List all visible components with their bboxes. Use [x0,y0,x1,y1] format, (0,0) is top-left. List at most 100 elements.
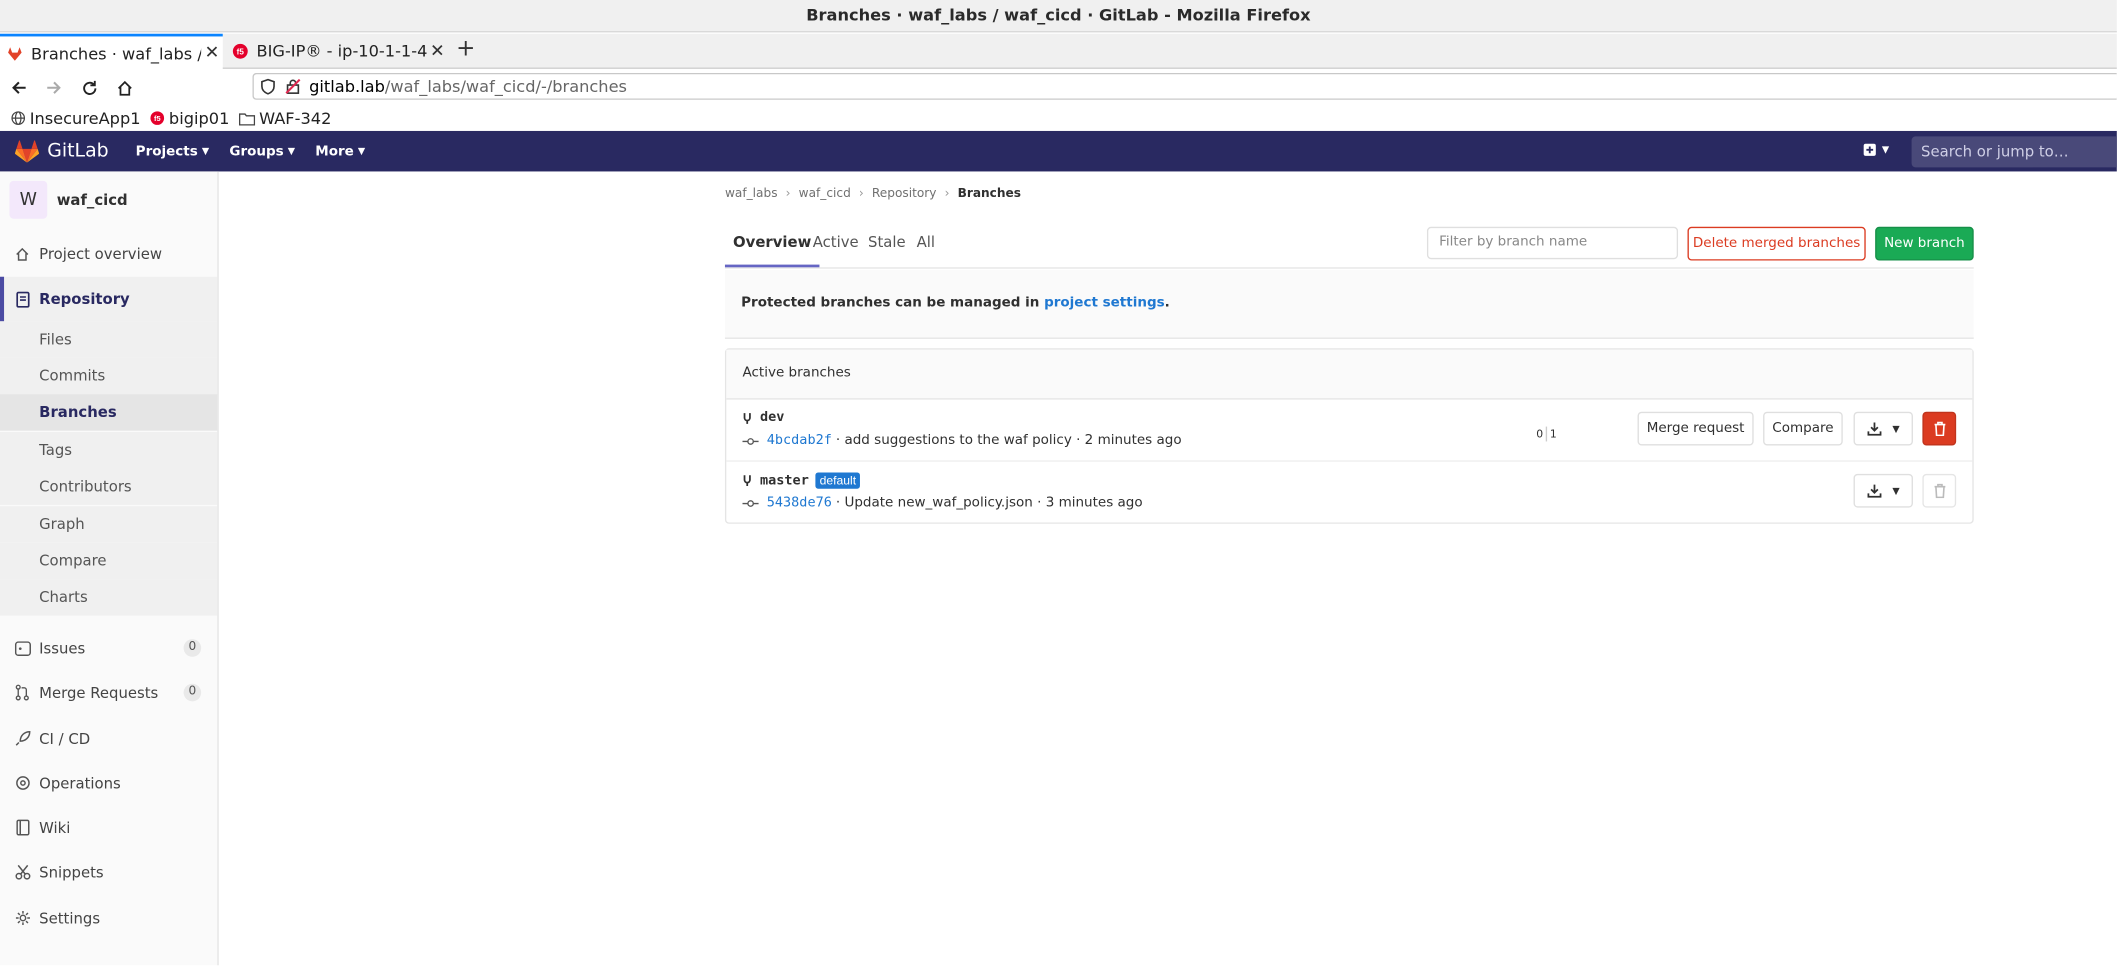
bookmark-folder-waf342[interactable]: WAF-342 [238,108,332,128]
branch-row: master default 5438de76 · Update new_waf… [726,462,1972,524]
sidebar-item-snippets[interactable]: Snippets [0,859,217,886]
sidebar-sub-files[interactable]: Files [0,321,218,358]
new-item-dropdown[interactable]: ▼ [1863,143,1889,157]
bookmark-insecureapp1[interactable]: InsecureApp1 [11,109,141,128]
shield-icon[interactable] [261,78,276,95]
gitlab-home-link[interactable]: GitLab [14,139,109,163]
project-settings-link[interactable]: project settings [1044,296,1165,311]
delete-branch-button-disabled[interactable] [1922,473,1957,508]
divergence-graph: 01 [1536,426,1557,442]
bookmark-label: bigip01 [168,108,230,128]
sidebar-item-repository[interactable]: Repository [0,276,218,322]
sidebar-item-label: Wiki [39,818,71,837]
sidebar-item-label: Issues [39,639,86,657]
bookmark-bigip01[interactable]: f5 bigip01 [150,109,229,128]
nav-groups-dropdown[interactable]: Groups ▼ [229,144,295,159]
sidebar-item-label: Operations [39,774,121,792]
breadcrumb-group[interactable]: waf_labs [725,188,778,202]
download-dropdown-button[interactable]: ▼ [1853,411,1913,446]
svg-text:f5: f5 [154,114,161,123]
breadcrumb-repository[interactable]: Repository [872,188,937,202]
address-bar[interactable]: gitlab.lab/waf_labs/waf_cicd/-/branches [252,72,2117,100]
commit-icon [742,499,759,507]
breadcrumb: waf_labs › waf_cicd › Repository › Branches [725,188,1021,202]
globe-icon [11,111,26,125]
chevron-down-icon: ▼ [1892,485,1900,497]
sidebar-sub-compare[interactable]: Compare [0,542,218,580]
sidebar-item-settings[interactable]: Settings [0,905,217,932]
tab-active[interactable]: Active [813,221,859,267]
sidebar-item-cicd[interactable]: CI / CD [0,725,217,752]
sidebar-item-label: Snippets [39,863,104,881]
branch-name-text: master [760,473,809,489]
plus-square-icon [1863,143,1876,156]
breadcrumb-project[interactable]: waf_cicd [799,188,851,202]
sidebar-item-label: Repository [39,290,130,308]
bookmark-label: WAF-342 [259,108,332,128]
sidebar-item-label: Project overview [39,245,162,264]
tab-overview[interactable]: Overview [724,221,820,268]
sidebar-sub-contributors[interactable]: Contributors [0,468,218,505]
delete-branch-button[interactable] [1922,411,1957,446]
nav-more-dropdown[interactable]: More ▼ [315,144,365,159]
back-arrow-icon[interactable] [3,72,35,104]
chevron-right-icon: › [858,187,864,202]
document-icon [14,290,32,308]
gitlab-brand: GitLab [47,140,109,162]
panel-title: Active branches [726,349,1973,400]
branch-icon [743,475,751,487]
reload-icon[interactable] [73,72,105,104]
gitlab-favicon-icon [8,46,22,61]
sidebar-item-issues[interactable]: Issues 0 [0,635,217,662]
nav-label: Groups [229,143,284,159]
download-dropdown-button[interactable]: ▼ [1853,473,1913,508]
f5-favicon-icon: f5 [232,43,248,59]
download-icon [1867,484,1882,498]
behind-count: 0 [1536,427,1544,441]
commit-line: 4bcdab2f · add suggestions to the waf po… [742,433,1182,448]
tab-all[interactable]: All [917,221,935,267]
browser-tab-branches[interactable]: Branches · waf_labs / w ✕ [0,33,223,71]
breadcrumb-current[interactable]: Branches [958,188,1021,202]
nav-projects-dropdown[interactable]: Projects ▼ [136,144,209,159]
close-tab-icon[interactable]: ✕ [427,41,449,61]
sidebar-item-label: CI / CD [39,729,91,748]
commit-line: 5438de76 · Update new_waf_policy.json · … [742,495,1143,510]
window-title: Branches · waf_labs / waf_cicd · GitLab … [0,0,2117,33]
insecure-lock-icon[interactable] [285,78,301,94]
sidebar-item-operations[interactable]: Operations [0,770,217,797]
sidebar-sub-branches[interactable]: Branches [0,394,218,431]
branch-name[interactable]: master default [743,472,861,489]
browser-tab-title: Branches · waf_labs / w [31,43,201,63]
sidebar-sub-charts[interactable]: Charts [0,579,218,616]
sidebar-sub-tags[interactable]: Tags [0,432,218,469]
filter-branch-input[interactable]: Filter by branch name [1426,226,1679,260]
project-header[interactable]: W waf_cicd [0,171,217,228]
commit-icon [742,437,759,445]
compare-button[interactable]: Compare [1763,411,1843,446]
browser-tab-bigip[interactable]: f5 BIG-IP® - ip-10-1-1-4 ✕ [225,34,448,69]
url-host: gitlab.lab [309,76,385,96]
branch-name[interactable]: dev [743,410,784,425]
sidebar-sub-commits[interactable]: Commits [0,357,218,395]
search-input[interactable]: Search or jump to… [1911,136,2117,168]
new-tab-plus-icon[interactable]: + [454,37,478,62]
chevron-down-icon: ▼ [201,145,210,157]
sidebar-item-wiki[interactable]: Wiki [0,814,217,841]
home-icon[interactable] [108,72,140,104]
cloud-gear-icon [14,774,32,792]
chevron-right-icon: › [785,187,791,202]
commit-sha-link[interactable]: 4bcdab2f [767,433,832,448]
merge-request-button[interactable]: Merge request [1637,411,1754,446]
sidebar-item-merge-requests[interactable]: Merge Requests 0 [0,679,217,706]
commit-sha-link[interactable]: 5438de76 [767,495,832,510]
sidebar-item-overview[interactable]: Project overview [0,240,217,268]
delete-merged-branches-button[interactable]: Delete merged branches [1687,226,1866,261]
tab-stale[interactable]: Stale [868,221,906,267]
new-branch-button[interactable]: New branch [1875,226,1974,261]
browser-tab-title: BIG-IP® - ip-10-1-1-4 [256,41,427,61]
issues-count-badge: 0 [183,639,202,657]
sidebar-sub-graph[interactable]: Graph [0,506,218,543]
close-tab-icon[interactable]: ✕ [201,43,223,63]
forward-arrow-icon[interactable] [38,72,70,104]
